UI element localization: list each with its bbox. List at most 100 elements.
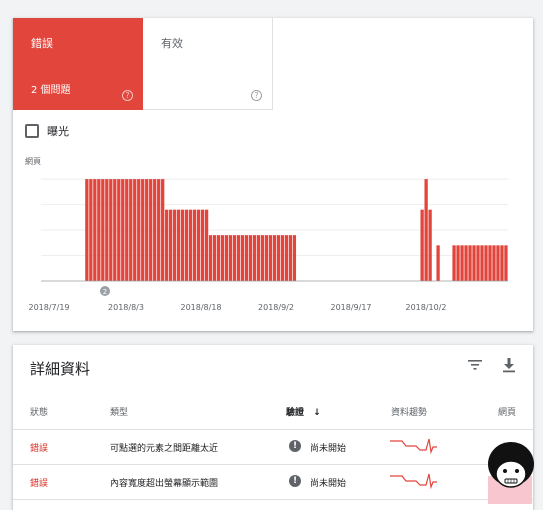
chart-bar[interactable] [145,179,149,281]
row-validation: 尚未開始 [310,444,347,454]
chart-bar[interactable] [216,235,221,281]
chart-bar[interactable] [192,209,197,281]
chart-bar[interactable] [492,245,496,281]
chart-bar[interactable] [153,179,157,281]
chart-bar[interactable] [224,235,229,281]
chart-bar[interactable] [137,179,141,281]
chart-bar[interactable] [500,245,504,281]
chart-bar[interactable] [480,245,484,281]
chart-bar[interactable] [292,235,297,281]
chart-bar[interactable] [113,179,117,281]
chart-bar[interactable] [240,235,245,281]
chart-bar[interactable] [157,179,161,281]
details-title: 詳細資料 [30,360,91,378]
chart-bar[interactable] [181,209,185,281]
chart-bar[interactable] [464,245,468,281]
exposure-label: 曝光 [47,125,69,138]
help-icon[interactable]: ? [251,90,262,101]
chart-bar[interactable] [488,245,492,281]
column-header-validation-label: 驗證 [286,408,305,418]
error-tile-label: 錯誤 [31,37,53,50]
chart-bar[interactable] [268,235,273,281]
chart-bar[interactable] [504,245,508,281]
download-icon[interactable] [502,357,516,373]
chart-bar[interactable] [188,209,193,281]
chart-bar[interactable] [169,209,173,281]
column-header-type[interactable]: 類型 [110,405,128,418]
sort-arrow-icon: ↓ [313,408,321,418]
row-status: 錯誤 [30,444,49,454]
chart-x-tick-label: 2018/7/19 [28,303,69,312]
chart-bar[interactable] [220,235,225,281]
chart-bar[interactable] [149,179,153,281]
chart-bar[interactable] [424,179,428,281]
chart-bar[interactable] [173,209,177,281]
chart-bar[interactable] [165,209,169,281]
filter-icon[interactable] [468,359,482,371]
chart-bar[interactable] [244,235,249,281]
valid-tile[interactable]: 有效 ? [143,18,273,110]
chart-y-axis-label: 網頁 [25,157,41,166]
help-icon[interactable]: ? [122,90,133,101]
chart-bar[interactable] [284,235,289,281]
chart-bar[interactable] [476,245,480,281]
chart-bar[interactable] [280,235,285,281]
column-header-status[interactable]: 狀態 [30,405,48,418]
chart-bar[interactable] [232,235,237,281]
chart-bar[interactable] [228,235,233,281]
column-header-validation[interactable]: 驗證 ↓ [286,405,321,418]
chart-bar[interactable] [212,235,217,281]
chart-bar[interactable] [428,209,432,281]
chart-bar[interactable] [456,245,460,281]
cartoon-sticker-icon [488,442,534,504]
divider [13,499,533,500]
chart-bar[interactable] [101,179,105,281]
chart-bar[interactable] [109,179,113,281]
chart-bar[interactable] [121,179,125,281]
chart-bar[interactable] [177,209,181,281]
chart-bar[interactable] [256,235,261,281]
chart-bar[interactable] [260,235,265,281]
chart-x-tick-label: 2018/8/3 [108,303,144,312]
chart-bar[interactable] [196,209,201,281]
chart-bar[interactable] [468,245,472,281]
chart-bar[interactable] [208,235,213,281]
chart-bar[interactable] [252,235,257,281]
chart-bar[interactable] [452,245,456,281]
chart-bar[interactable] [264,235,269,281]
chart-bar[interactable] [89,179,93,281]
chart-bar[interactable] [436,245,440,281]
chart-bar[interactable] [184,209,189,281]
chart-bar[interactable] [125,179,129,281]
chart-bar[interactable] [117,179,121,281]
chart-bar[interactable] [484,245,488,281]
chart-bar[interactable] [204,209,209,281]
chart-bar[interactable] [460,245,464,281]
error-tile[interactable]: 錯誤 2 個問題 ? [13,18,143,110]
chart-bar[interactable] [85,179,89,281]
chart-bar[interactable] [133,179,137,281]
chart-bar[interactable] [496,245,500,281]
valid-tile-label: 有效 [161,37,183,50]
column-header-pages[interactable]: 網頁 [498,405,516,418]
chart-bar[interactable] [200,209,205,281]
row-status: 錯誤 [30,479,49,489]
chart-bar[interactable] [248,235,253,281]
chart-bar[interactable] [236,235,241,281]
chart-bar[interactable] [272,235,277,281]
chart-bar[interactable] [141,179,145,281]
chart-bar[interactable] [288,235,293,281]
exposure-checkbox[interactable] [25,124,39,138]
exposure-toggle[interactable]: 曝光 [25,123,69,139]
chart-bar[interactable] [93,179,97,281]
chart-bar[interactable] [97,179,101,281]
chart-bar[interactable] [161,179,165,281]
chart-bar[interactable] [276,235,281,281]
chart-bar[interactable] [472,245,476,281]
pages-bar-chart: 2 2018/7/19 2018/8/3 2018/8/18 2018/9/2 2018/… [28,178,508,312]
chart-bar[interactable] [420,209,424,281]
chart-bar[interactable] [105,179,109,281]
chart-bar[interactable] [129,179,133,281]
exclamation-icon: ! [289,440,301,452]
column-header-trend[interactable]: 資料趨勢 [391,405,427,418]
